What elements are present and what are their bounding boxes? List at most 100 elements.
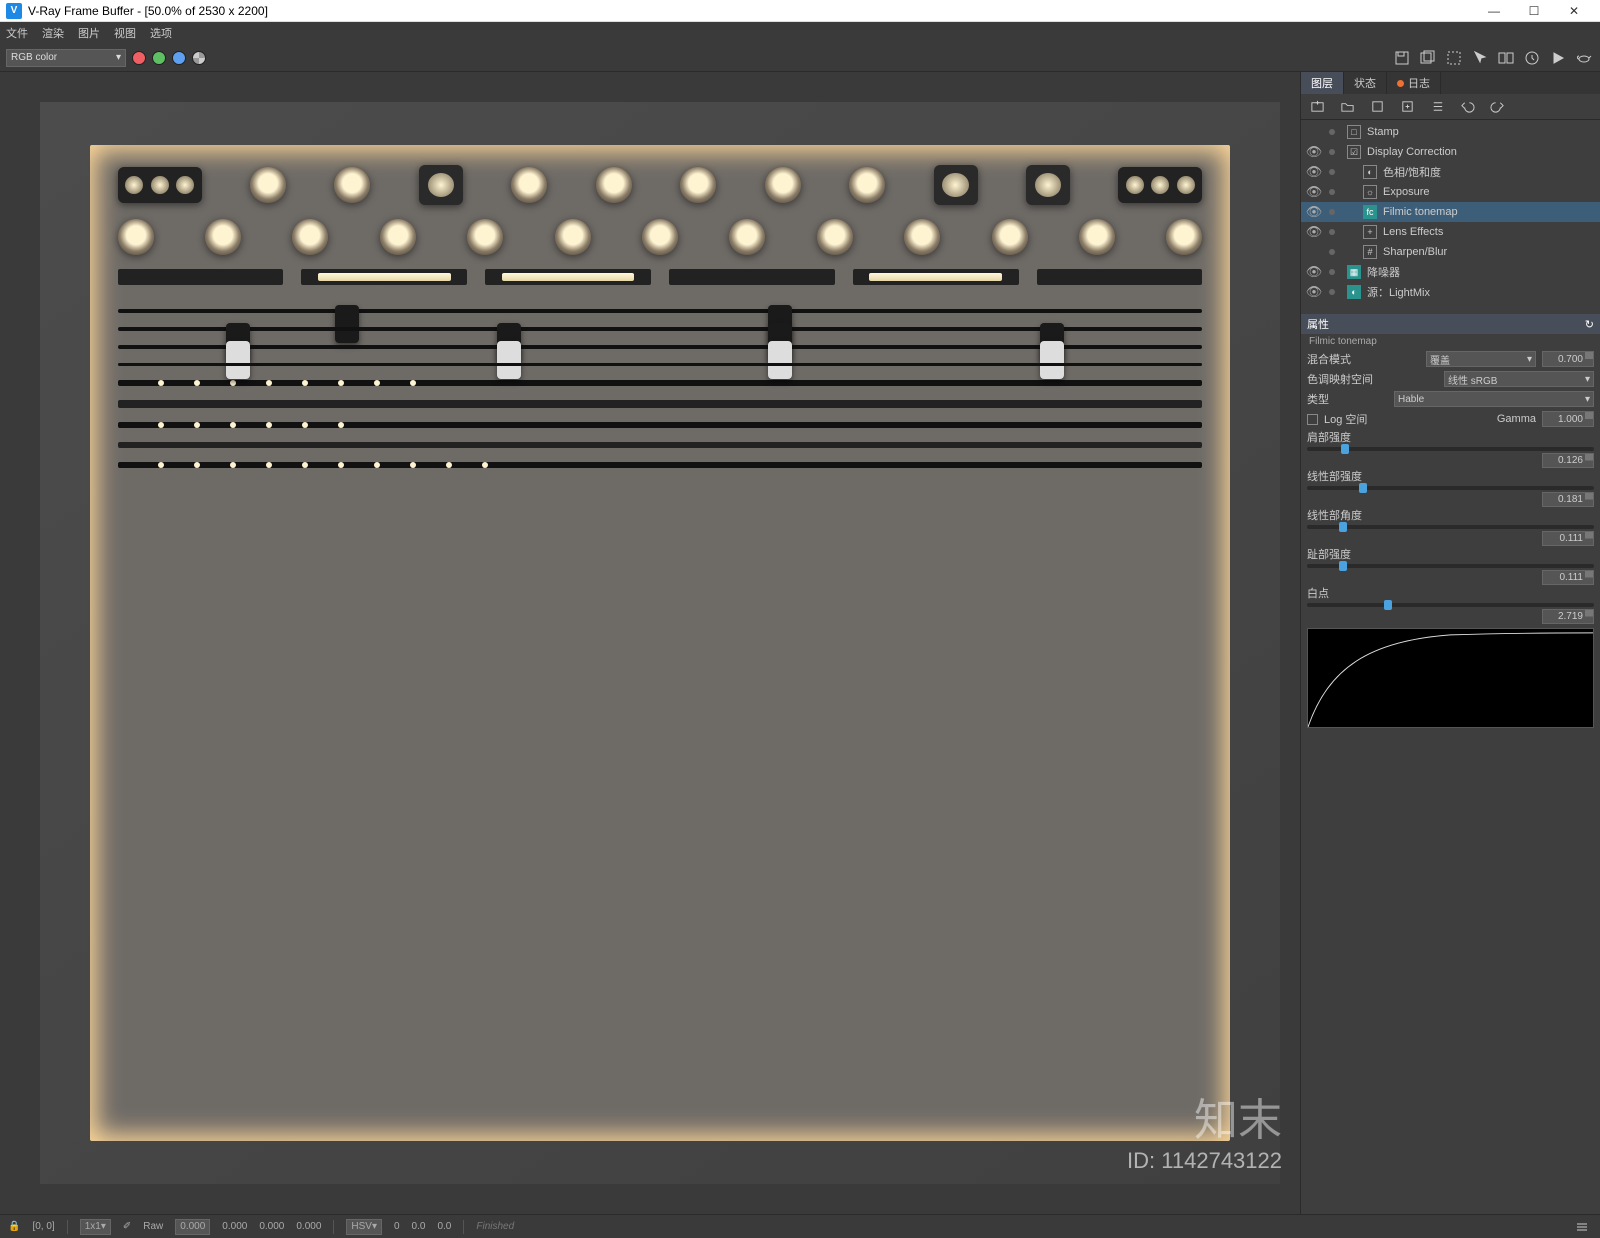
layer-row[interactable]: 👁+Lens Effects <box>1301 222 1600 242</box>
eye-icon[interactable]: 👁 <box>1305 144 1323 160</box>
layer-row[interactable]: □ Stamp <box>1301 122 1600 142</box>
colorspace-label: 色调映射空间 <box>1307 371 1438 387</box>
properties-header: 属性 <box>1307 316 1329 332</box>
toe-slider[interactable] <box>1307 564 1594 568</box>
lock-icon[interactable]: 🔒 <box>8 1221 20 1232</box>
eye-icon[interactable]: 👁 <box>1305 224 1323 240</box>
layer-list: □Stamp👁☑Display Correction👁◐色相/饱和度👁☼Expo… <box>1301 120 1600 304</box>
minimize-button[interactable]: — <box>1474 0 1514 22</box>
toe-input[interactable]: 0.111 <box>1542 570 1594 585</box>
app-logo-icon: V <box>6 3 22 19</box>
region-render-icon[interactable] <box>1444 48 1464 68</box>
title-bar: V V-Ray Frame Buffer - [50.0% of 2530 x … <box>0 0 1600 22</box>
eye-icon[interactable]: 👁 <box>1305 284 1323 300</box>
layer-row[interactable]: 👁▦降噪器 <box>1301 262 1600 282</box>
shoulder-input[interactable]: 0.126 <box>1542 453 1594 468</box>
layer-type-icon: + <box>1363 225 1377 239</box>
list-icon[interactable] <box>1427 97 1447 117</box>
tab-layers[interactable]: 图层 <box>1301 72 1344 94</box>
raw-r-input[interactable]: 0.000 <box>175 1219 210 1235</box>
layer-row[interactable]: 👁◐源：LightMix <box>1301 282 1600 302</box>
layer-row[interactable]: 👁☼Exposure <box>1301 182 1600 202</box>
window-title: V-Ray Frame Buffer - [50.0% of 2530 x 22… <box>28 4 1474 18</box>
linear-angle-slider[interactable] <box>1307 525 1594 529</box>
tab-log[interactable]: 日志 <box>1387 72 1441 94</box>
alpha-channel-button[interactable] <box>192 51 206 65</box>
expand-panel-icon[interactable] <box>1572 1217 1592 1237</box>
layer-label: Filmic tonemap <box>1383 206 1458 218</box>
menu-image[interactable]: 图片 <box>78 25 100 41</box>
layer-type-icon: □ <box>1347 125 1361 139</box>
channel-select[interactable]: RGB color▾ <box>6 49 126 67</box>
green-channel-button[interactable] <box>152 51 166 65</box>
linear-angle-label: 线性部角度 <box>1301 507 1600 523</box>
eye-icon[interactable]: 👁 <box>1305 164 1323 180</box>
refresh-icon[interactable]: ↻ <box>1585 318 1594 331</box>
blue-channel-button[interactable] <box>172 51 186 65</box>
log-space-checkbox[interactable] <box>1307 414 1318 425</box>
blend-mode-select[interactable]: 覆盖▾ <box>1426 351 1536 367</box>
layer-row[interactable]: 👁◐色相/饱和度 <box>1301 162 1600 182</box>
load-preset-icon[interactable] <box>1397 97 1417 117</box>
render-frame <box>40 102 1280 1184</box>
zoom-select[interactable]: 1x1 ▾ <box>80 1219 111 1235</box>
gamma-input[interactable]: 1.000 <box>1542 411 1594 427</box>
render-icon[interactable] <box>1548 48 1568 68</box>
layer-row[interactable]: #Sharpen/Blur <box>1301 242 1600 262</box>
type-label: 类型 <box>1307 391 1388 407</box>
tab-state[interactable]: 状态 <box>1344 72 1387 94</box>
menu-render[interactable]: 渲染 <box>42 25 64 41</box>
layer-label: 色相/饱和度 <box>1383 164 1441 180</box>
layer-dot-icon <box>1329 249 1335 255</box>
layer-type-icon: ◐ <box>1347 285 1361 299</box>
history-icon[interactable] <box>1522 48 1542 68</box>
layer-type-icon: ☑ <box>1347 145 1361 159</box>
layer-row[interactable]: 👁fcFilmic tonemap <box>1301 202 1600 222</box>
log-space-label: Log 空间 <box>1324 411 1491 427</box>
linear-angle-input[interactable]: 0.111 <box>1542 531 1594 546</box>
folder-icon[interactable] <box>1337 97 1357 117</box>
status-coords: [0, 0] <box>32 1221 54 1232</box>
close-button[interactable]: ✕ <box>1554 0 1594 22</box>
pick-icon[interactable] <box>1470 48 1490 68</box>
shoulder-slider[interactable] <box>1307 447 1594 451</box>
layer-label: Exposure <box>1383 186 1429 198</box>
hsv-s-value: 0.0 <box>412 1221 426 1232</box>
eye-icon[interactable]: 👁 <box>1305 264 1323 280</box>
menu-file[interactable]: 文件 <box>6 25 28 41</box>
save-preset-icon[interactable] <box>1367 97 1387 117</box>
layer-dot-icon <box>1329 269 1335 275</box>
eye-icon[interactable]: 👁 <box>1305 204 1323 220</box>
new-layer-icon[interactable] <box>1307 97 1327 117</box>
properties-subtitle: Filmic tonemap <box>1301 334 1600 349</box>
undo-icon[interactable] <box>1457 97 1477 117</box>
log-indicator-icon <box>1397 80 1404 87</box>
render-viewport[interactable]: 知末 ID: 1142743122 <box>0 72 1300 1214</box>
blend-amount-input[interactable]: 0.700 <box>1542 351 1594 367</box>
save-all-icon[interactable] <box>1418 48 1438 68</box>
save-icon[interactable] <box>1392 48 1412 68</box>
red-channel-button[interactable] <box>132 51 146 65</box>
colorspace-select[interactable]: 线性 sRGB▾ <box>1444 371 1594 387</box>
white-slider[interactable] <box>1307 603 1594 607</box>
linear-strength-slider[interactable] <box>1307 486 1594 490</box>
layer-label: 降噪器 <box>1367 264 1400 280</box>
type-select[interactable]: Hable▾ <box>1394 391 1594 407</box>
layer-row[interactable]: 👁 ☑ Display Correction <box>1301 142 1600 162</box>
layer-dot-icon <box>1329 129 1335 135</box>
menu-view[interactable]: 视图 <box>114 25 136 41</box>
hsv-select[interactable]: HSV ▾ <box>346 1219 382 1235</box>
white-input[interactable]: 2.719 <box>1542 609 1594 624</box>
eyedropper-icon[interactable]: ✐ <box>123 1221 131 1232</box>
layer-label: Display Correction <box>1367 146 1457 158</box>
teapot-icon[interactable] <box>1574 48 1594 68</box>
menu-options[interactable]: 选项 <box>150 25 172 41</box>
linear-strength-input[interactable]: 0.181 <box>1542 492 1594 507</box>
layer-dot-icon <box>1329 229 1335 235</box>
layer-label: Stamp <box>1367 126 1399 138</box>
redo-icon[interactable] <box>1487 97 1507 117</box>
eye-icon[interactable]: 👁 <box>1305 184 1323 200</box>
maximize-button[interactable]: ☐ <box>1514 0 1554 22</box>
white-label: 白点 <box>1301 585 1600 601</box>
compare-icon[interactable] <box>1496 48 1516 68</box>
